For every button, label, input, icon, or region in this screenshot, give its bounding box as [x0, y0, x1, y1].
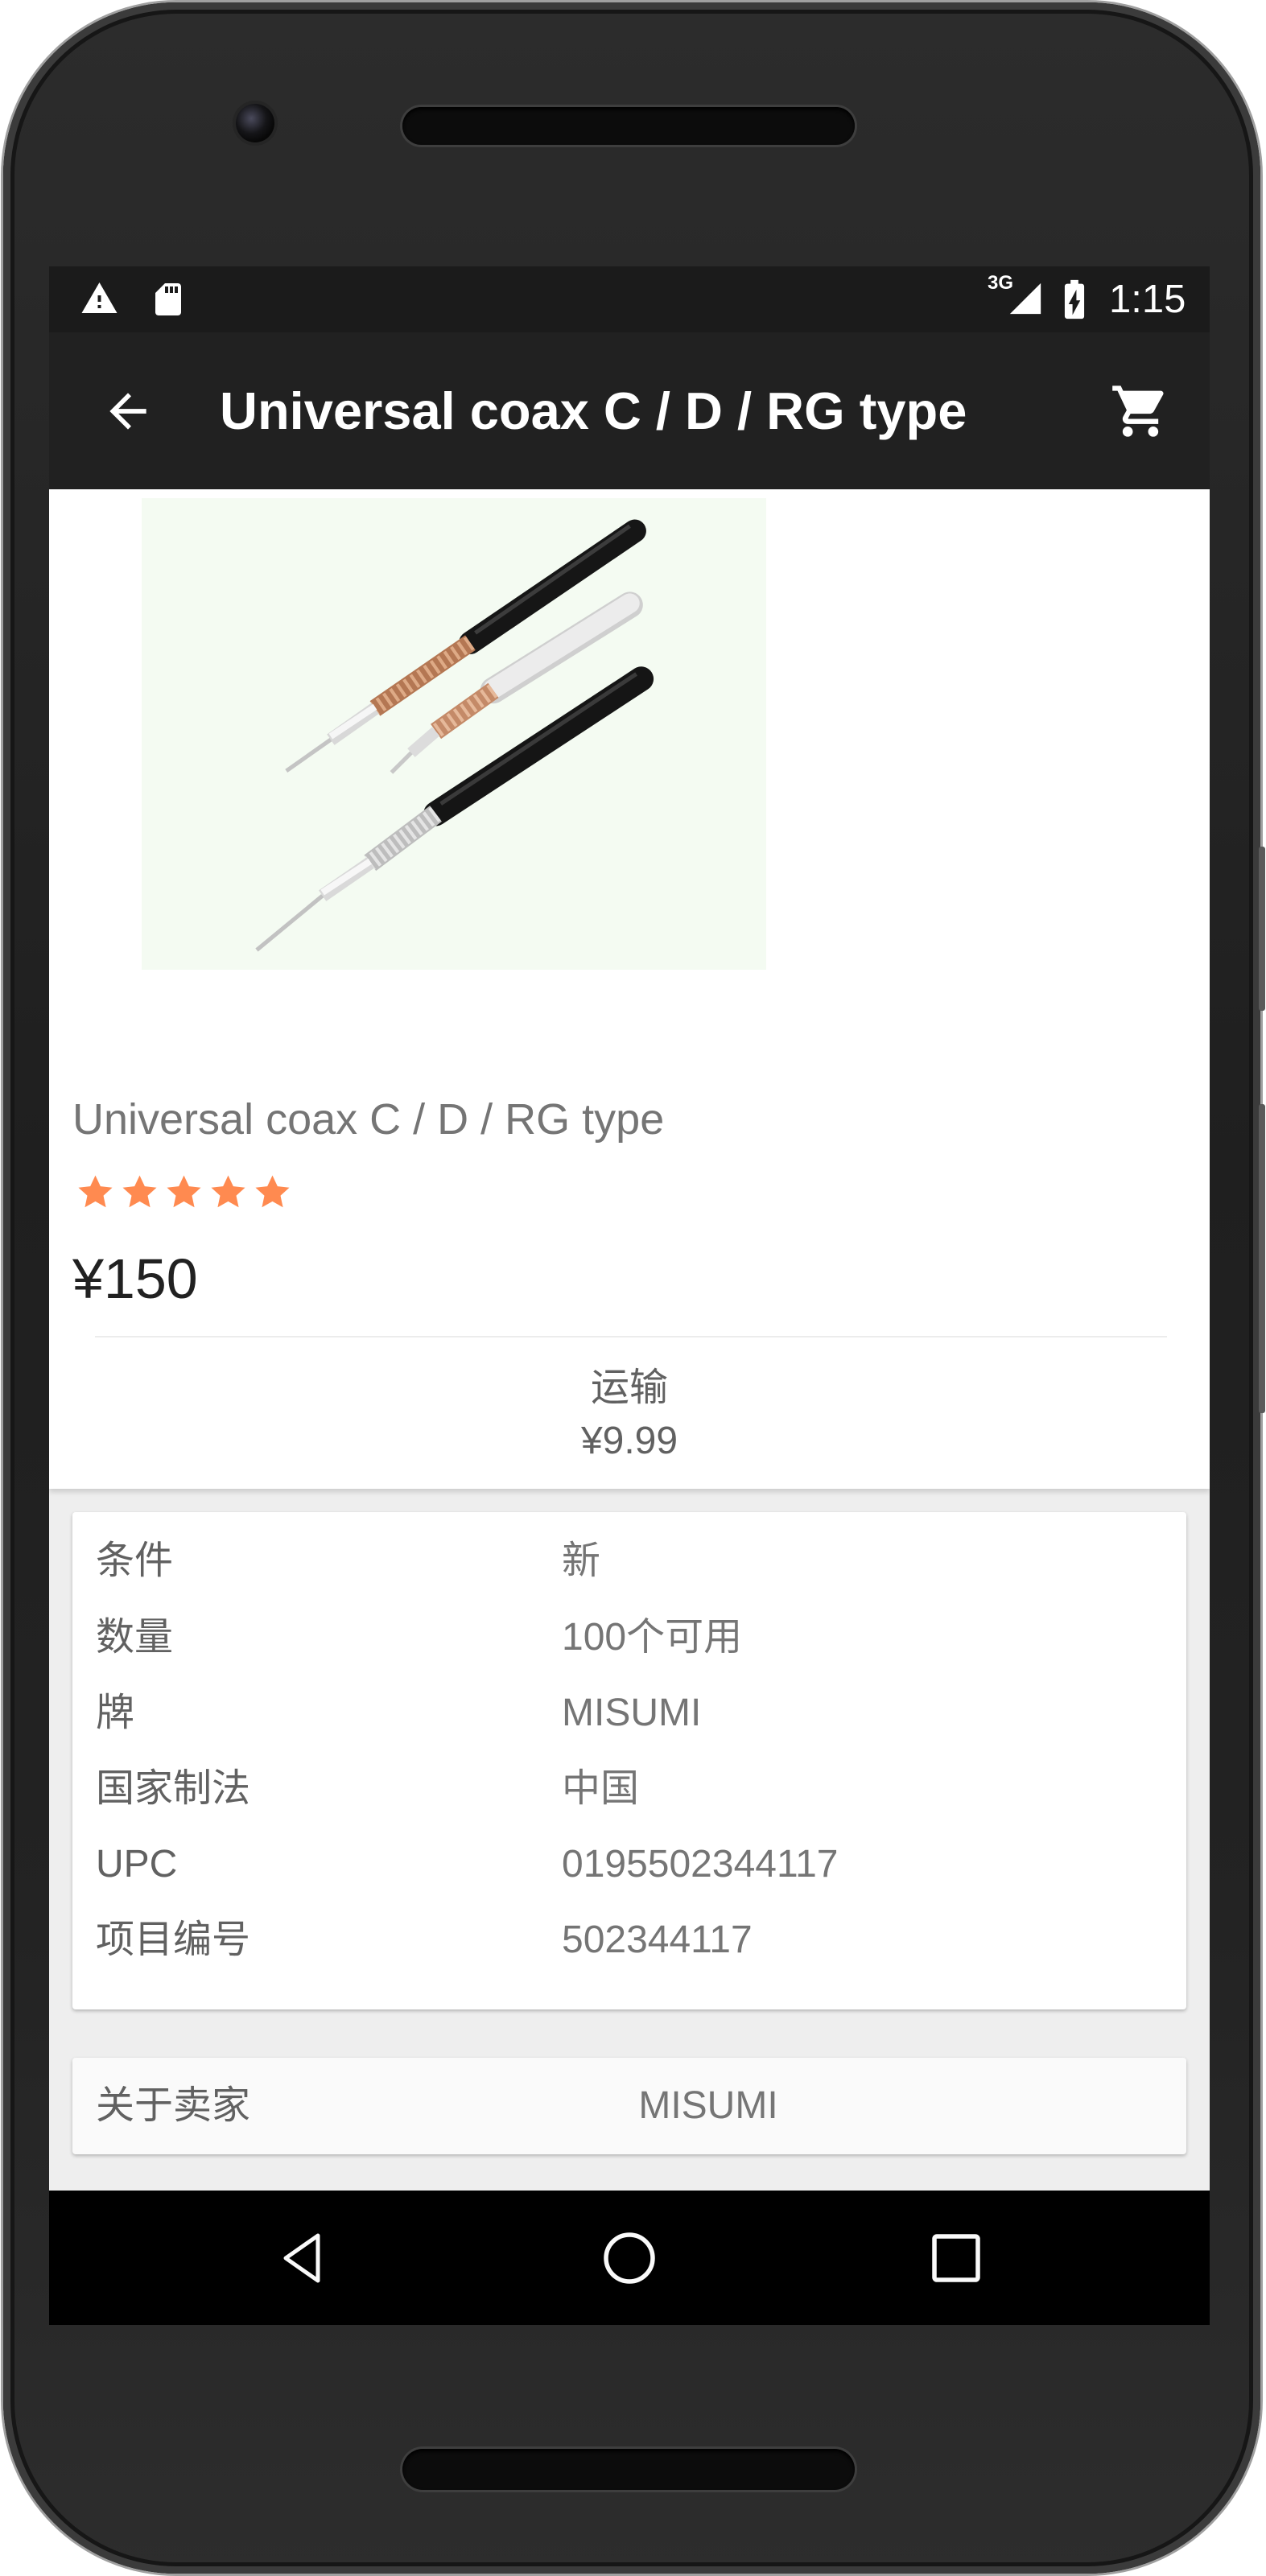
home-icon[interactable]	[603, 2232, 656, 2285]
spec-label: UPC	[96, 1843, 178, 1886]
app-bar-title: Universal coax C / D / RG type	[220, 381, 967, 440]
star-icon	[122, 1175, 157, 1208]
star-icon	[167, 1175, 201, 1208]
item-specifics-card: 条件 新 数量 100个可用 牌 MISUMI 国家制法 中国 UPC 0195…	[72, 1512, 1186, 2009]
divider	[95, 1336, 1167, 1337]
spec-value: MISUMI	[562, 1692, 702, 1734]
front-camera	[236, 104, 274, 142]
sd-card-icon	[155, 283, 181, 315]
spec-value: 新	[562, 1539, 601, 1582]
warning-icon	[81, 282, 118, 313]
about-seller-label: 关于卖家	[96, 2084, 251, 2127]
shopping-cart-icon[interactable]	[1110, 381, 1171, 442]
app-bar: Universal coax C / D / RG type	[49, 332, 1210, 489]
recents-icon[interactable]	[930, 2232, 983, 2285]
product-summary: Universal coax C / D / RG type ¥150 运输 ¥…	[49, 489, 1210, 1489]
spec-value: 中国	[562, 1767, 640, 1810]
spec-row: 项目编号 502344117	[72, 1912, 1186, 1968]
shipping-label: 运输	[590, 1366, 668, 1409]
about-seller-row[interactable]: 关于卖家 MISUMI	[72, 2058, 1186, 2154]
back-icon[interactable]	[278, 2232, 331, 2285]
screen: 3G 1:15 Universal coax C / D / RG type U…	[49, 266, 1210, 2325]
spec-row: 数量 100个可用	[72, 1609, 1186, 1666]
shipping-price: ¥9.99	[580, 1420, 678, 1462]
phone-frame: 3G 1:15 Universal coax C / D / RG type U…	[3, 2, 1260, 2574]
power-button[interactable]	[1259, 847, 1265, 1011]
signal-icon	[1009, 282, 1041, 315]
product-image[interactable]	[142, 498, 766, 970]
spec-label: 数量	[96, 1616, 174, 1659]
spec-label: 国家制法	[96, 1767, 251, 1810]
star-icon	[78, 1175, 113, 1208]
system-nav-bar	[49, 2191, 1210, 2325]
star-icon	[255, 1175, 290, 1208]
battery-charging-icon	[1064, 279, 1085, 319]
product-price: ¥150	[72, 1247, 198, 1310]
spec-label: 项目编号	[96, 1919, 251, 1961]
product-title: Universal coax C / D / RG type	[72, 1095, 665, 1144]
spec-row: UPC 0195502344117	[72, 1836, 1186, 1893]
earpiece-speaker	[402, 107, 855, 145]
spec-label: 条件	[96, 1539, 174, 1582]
spec-row: 牌 MISUMI	[72, 1685, 1186, 1741]
volume-rocker[interactable]	[1259, 1104, 1265, 1413]
arrow-back-icon[interactable]	[101, 384, 155, 439]
star-icon	[211, 1175, 245, 1208]
spec-row: 条件 新	[72, 1533, 1186, 1589]
status-bar: 3G 1:15	[49, 266, 1210, 332]
spec-row: 国家制法 中国	[72, 1761, 1186, 1817]
product-detail-content[interactable]: Universal coax C / D / RG type ¥150 运输 ¥…	[49, 489, 1210, 2191]
seller-name: MISUMI	[638, 2084, 778, 2127]
spec-label: 牌	[96, 1692, 135, 1734]
spec-value: 502344117	[562, 1919, 753, 1961]
bottom-speaker	[402, 2449, 855, 2490]
spec-value: 0195502344117	[562, 1843, 839, 1886]
spec-value: 100个可用	[562, 1616, 743, 1659]
clock: 1:15	[1109, 278, 1186, 321]
